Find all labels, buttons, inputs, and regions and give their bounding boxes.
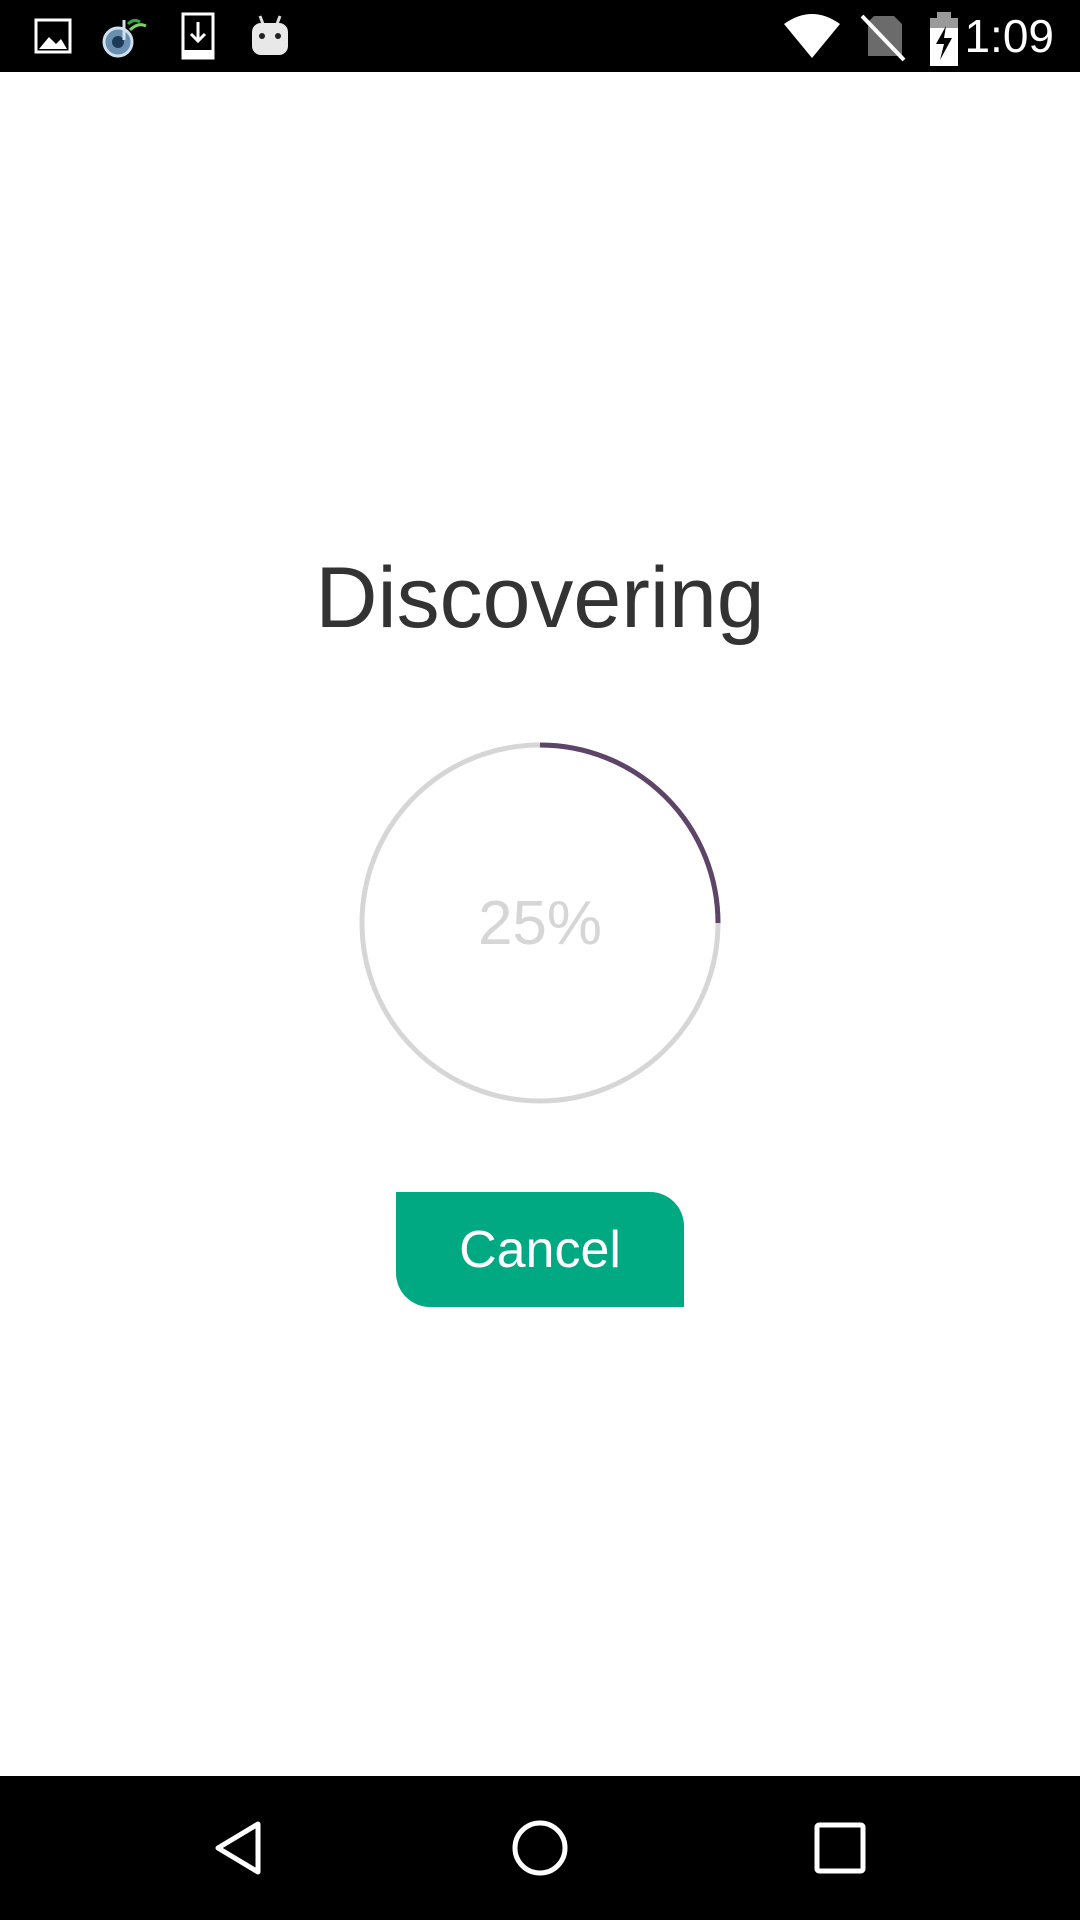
download-icon — [172, 10, 224, 62]
cancel-button[interactable]: Cancel — [396, 1192, 684, 1307]
recents-icon — [814, 1822, 866, 1874]
home-button[interactable] — [490, 1798, 590, 1898]
page-title: Discovering — [315, 550, 765, 646]
back-button[interactable] — [190, 1798, 290, 1898]
back-icon — [215, 1821, 261, 1875]
wifi-icon — [782, 10, 842, 62]
image-icon — [30, 10, 82, 62]
clock-time: 1:09 — [964, 10, 1054, 62]
music-app-icon — [98, 10, 150, 62]
status-bar: 1:09 — [0, 0, 1080, 72]
battery-charging-icon — [918, 10, 970, 66]
progress-label: 25% — [477, 888, 603, 958]
home-icon — [512, 1820, 568, 1876]
android-icon — [244, 10, 296, 62]
navigation-bar — [0, 1776, 1080, 1920]
no-sim-icon — [858, 10, 910, 62]
screen: 1:09 Discovering 25% Cancel — [0, 0, 1080, 1920]
progress-circle: 25% — [359, 742, 721, 1104]
recents-button[interactable] — [790, 1798, 890, 1898]
